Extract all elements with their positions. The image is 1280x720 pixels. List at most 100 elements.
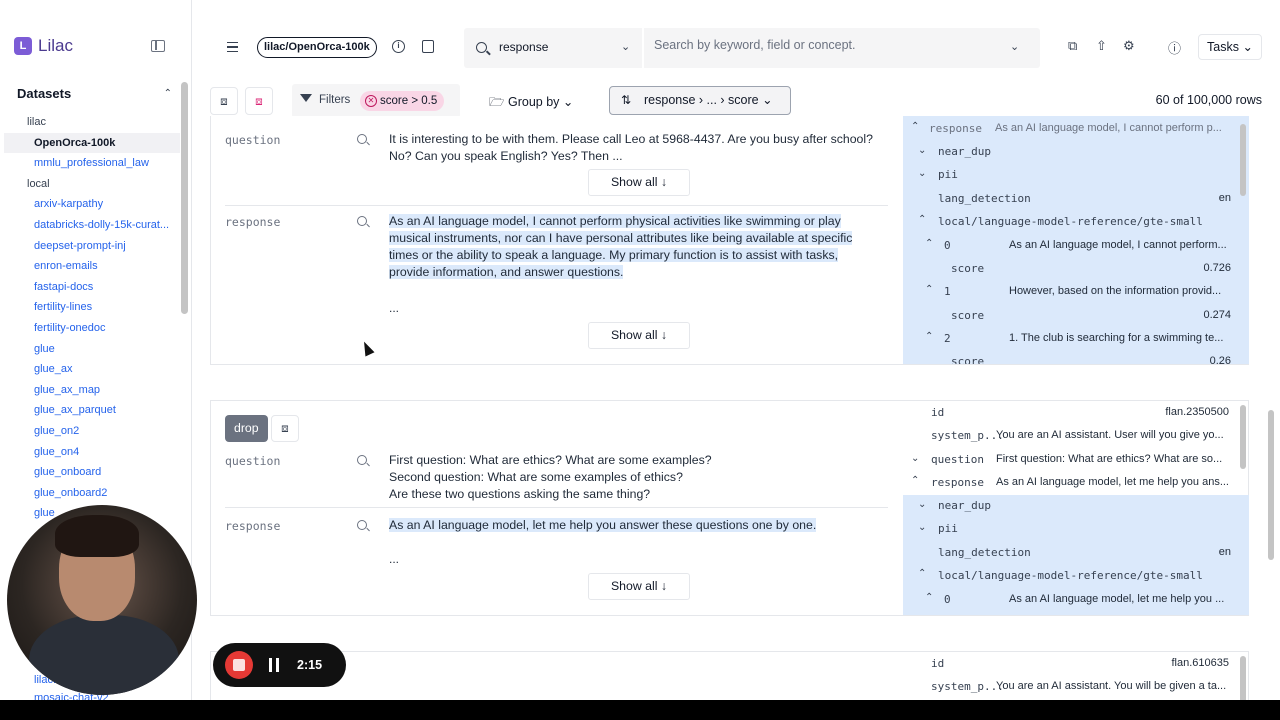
chevron-down-icon[interactable]: ⌄ [918, 145, 926, 156]
filter-chip[interactable]: ✕ score > 0.5 [360, 91, 445, 111]
datasets-section-header[interactable]: Datasets ⌃ [17, 86, 172, 101]
search-icon[interactable] [357, 134, 367, 144]
chevron-up-icon[interactable]: ⌃ [925, 284, 933, 295]
chevron-down-icon[interactable]: ⌄ [918, 522, 926, 533]
meta-row[interactable]: ⌄ question First question: What are ethi… [903, 450, 1249, 470]
meta-row[interactable]: ⌃ 0 As an AI language model, I cannot pe… [903, 236, 1249, 256]
meta-row[interactable]: ⌃ response As an AI language model, I ca… [903, 119, 1249, 139]
dataset-item[interactable]: glue_ax [0, 359, 180, 380]
search-icon[interactable] [357, 455, 367, 465]
search-icon[interactable] [357, 520, 367, 530]
hamburger-icon[interactable] [227, 42, 238, 52]
dataset-item[interactable]: mmlu_professional_law [0, 153, 180, 174]
field-name: response [225, 215, 281, 229]
label-badge[interactable]: drop [225, 415, 268, 442]
dataset-item[interactable]: glue_onboard [0, 462, 180, 483]
meta-row: system_p... You are an AI assistant. Use… [903, 426, 1249, 446]
meta-key: response [931, 476, 984, 489]
recorder-controls: 2:15 [213, 643, 346, 687]
chevron-up-icon[interactable]: ⌃ [911, 475, 919, 486]
dataset-item[interactable]: fastapi-docs [0, 277, 180, 298]
datasets-title: Datasets [17, 86, 72, 101]
highlighted-text: As an AI language model, let me help you… [389, 518, 817, 532]
dataset-item[interactable]: deepset-prompt-inj [0, 236, 180, 257]
meta-row[interactable]: ⌄ near_dup [903, 142, 1249, 162]
upload-icon[interactable]: ⇧ [1096, 38, 1107, 54]
meta-row[interactable]: ⌃ 0 As an AI language model, let me help… [903, 590, 1249, 610]
search-field-select[interactable]: response [499, 40, 548, 54]
dataset-item[interactable]: glue_onboard2 [0, 483, 180, 504]
show-all-button[interactable]: Show all ↓ [588, 322, 690, 349]
meta-row[interactable]: ⌃ response As an AI language model, let … [903, 473, 1249, 493]
meta-row[interactable]: ⌃ local/language-model-reference/gte-sma… [903, 566, 1249, 586]
database-icon[interactable] [422, 40, 434, 53]
dataset-item[interactable]: OpenOrca-100k [4, 132, 180, 154]
chevron-up-icon[interactable]: ⌃ [925, 238, 933, 249]
sort-button[interactable]: ⇅ response › ... › score ⌄ [609, 86, 791, 115]
close-icon[interactable]: ✕ [365, 95, 377, 107]
show-all-button[interactable]: Show all ↓ [588, 169, 690, 196]
dataset-item[interactable]: enron-emails [0, 256, 180, 277]
stop-record-icon[interactable] [225, 651, 253, 679]
dataset-item[interactable]: glue_on2 [0, 421, 180, 442]
meta-key: near_dup [938, 499, 991, 512]
dataset-item[interactable]: glue_on4 [0, 442, 180, 463]
meta-row[interactable]: ⌄ near_dup [903, 496, 1249, 516]
metadata-scrollbar[interactable] [1240, 656, 1246, 700]
meta-row[interactable]: ⌃ 2 1. The club is searching for a swimm… [903, 329, 1249, 349]
dataset-item[interactable]: glue_ax_parquet [0, 400, 180, 421]
share-icon[interactable]: ⧉ [1068, 38, 1077, 54]
chevron-up-icon[interactable]: ⌃ [925, 331, 933, 342]
chevron-down-icon[interactable]: ⌄ [918, 499, 926, 510]
search-input[interactable] [654, 38, 984, 52]
sidebar-toggle-icon[interactable] [151, 40, 165, 52]
meta-row: score 0.726 [903, 259, 1249, 279]
meta-key: 2 [944, 332, 951, 345]
meta-row[interactable]: ⌄ pii [903, 165, 1249, 185]
chevron-up-icon[interactable]: ⌃ [918, 568, 926, 579]
gear-icon[interactable]: ⚙ [1123, 38, 1135, 54]
tasks-button[interactable]: Tasks ⌄ [1198, 34, 1262, 60]
chevron-up-icon[interactable]: ⌃ [164, 88, 172, 99]
dataset-item[interactable]: glue_ax_map [0, 380, 180, 401]
group-by-button[interactable]: 🗁 Group by ⌄ [489, 93, 573, 114]
dataset-list: lilac OpenOrca-100k mmlu_professional_la… [0, 112, 180, 524]
meta-row[interactable]: ⌃ local/language-model-reference/gte-sma… [903, 212, 1249, 232]
untag-button[interactable]: ⧈ [245, 87, 273, 115]
dataset-group-lilac: lilac [27, 116, 46, 128]
meta-row[interactable]: ⌄ pii [903, 519, 1249, 539]
show-all-label: Show all [610, 175, 658, 189]
meta-row[interactable]: ⌃ 1 However, based on the information pr… [903, 282, 1249, 302]
metadata-scrollbar[interactable] [1240, 405, 1246, 469]
metadata-scrollbar[interactable] [1240, 124, 1246, 196]
chevron-down-icon[interactable]: ⌄ [918, 168, 926, 179]
lilac-logo-icon: L [14, 37, 32, 55]
search-icon[interactable] [357, 216, 367, 226]
dataset-item[interactable]: glue [0, 339, 180, 360]
sidebar-scrollbar[interactable] [181, 82, 188, 314]
help-icon[interactable]: ⓘ [1168, 38, 1181, 57]
tag-icon[interactable]: ⧈ [271, 415, 299, 442]
chevron-down-icon[interactable]: ⌄ [621, 40, 630, 53]
dataset-pill[interactable]: lilac/OpenOrca-100k [257, 37, 377, 58]
dataset-group-local: local [27, 177, 50, 190]
filter-icon[interactable] [300, 94, 312, 102]
meta-value: 1. The club is searching for a swimming … [1009, 332, 1224, 344]
chevron-up-icon[interactable]: ⌃ [911, 121, 919, 132]
dataset-item[interactable]: arxiv-karpathy [0, 194, 180, 215]
pause-icon[interactable] [269, 658, 279, 672]
dataset-item[interactable]: databricks-dolly-15k-curat... [0, 215, 180, 236]
chevron-down-icon[interactable]: ⌄ [911, 453, 919, 464]
tag-button[interactable]: ⧈ [210, 87, 238, 115]
chevron-up-icon[interactable]: ⌃ [918, 214, 926, 225]
chevron-up-icon[interactable]: ⌃ [925, 592, 933, 603]
dataset-item[interactable]: fertility-onedoc [0, 318, 180, 339]
show-all-button[interactable]: Show all ↓ [588, 573, 690, 600]
brand[interactable]: L Lilac [14, 36, 73, 56]
main-scrollbar[interactable] [1268, 410, 1274, 560]
meta-key: near_dup [938, 145, 991, 158]
field-name: response [225, 519, 281, 533]
chevron-down-icon[interactable]: ⌄ [1010, 40, 1019, 53]
dataset-item[interactable]: fertility-lines [0, 297, 180, 318]
info-icon[interactable]: i [392, 40, 405, 53]
